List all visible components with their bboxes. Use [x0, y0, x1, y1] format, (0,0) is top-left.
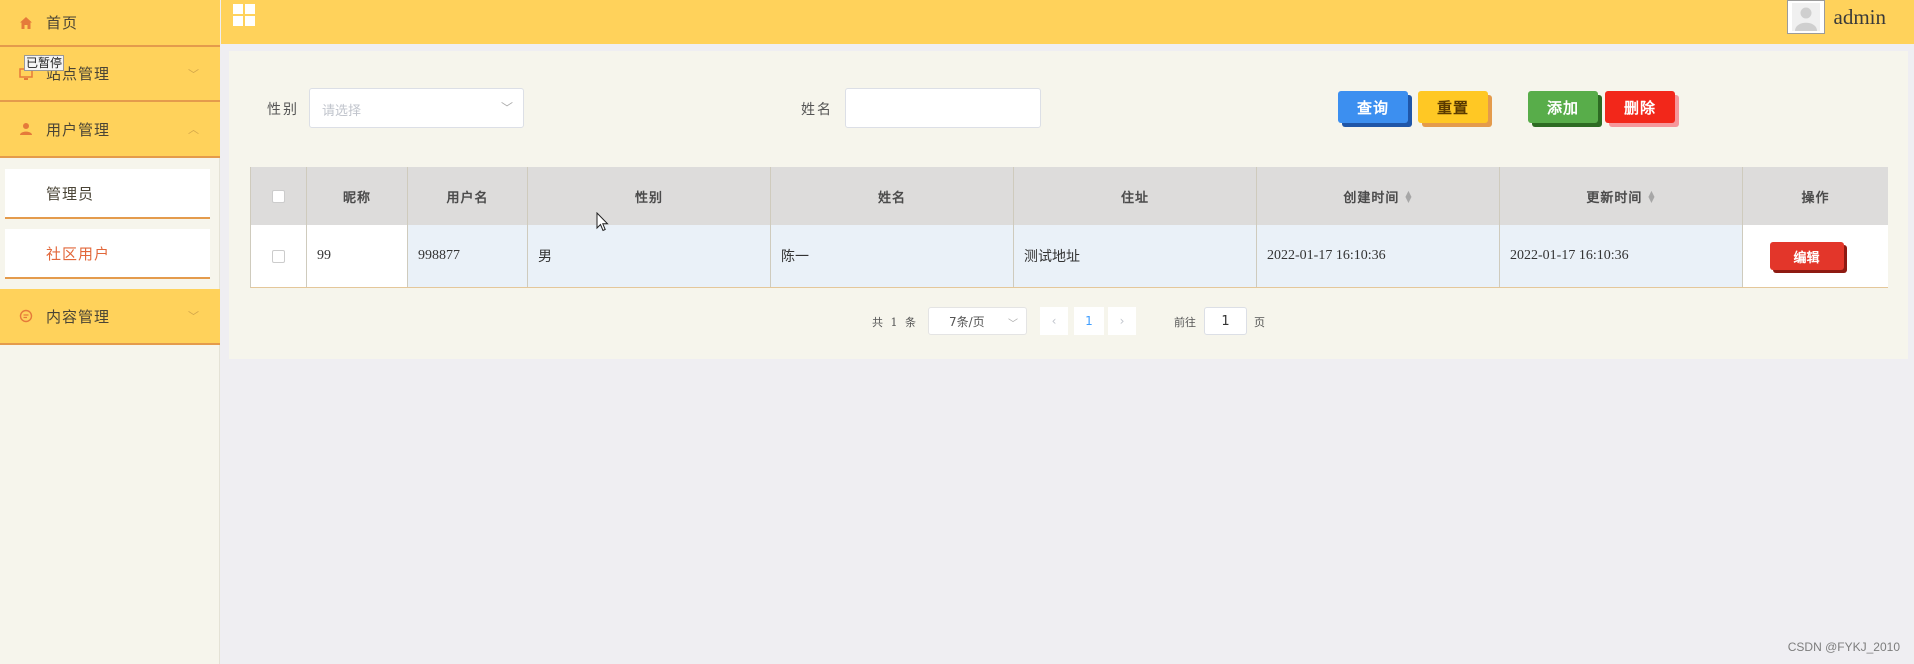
sort-icon[interactable]: ▲ ▼: [1405, 189, 1412, 203]
name-label: 姓名: [801, 102, 833, 118]
sort-icon[interactable]: ▲ ▼: [1648, 189, 1655, 203]
cell-username: 998877: [408, 225, 528, 287]
sidebar-item-label: 用户管理: [46, 120, 111, 139]
column-header: 住址: [1014, 167, 1257, 225]
chat-icon: [19, 309, 33, 323]
column-header: 昵称: [307, 167, 408, 225]
cell-name: 陈一: [771, 225, 1014, 287]
sidebar-item-label: 首页: [46, 14, 79, 32]
column-header: 操作: [1743, 167, 1888, 225]
sidebar: 首页 站点管理 ﹀ 已暂停 用户管理 ︿ 管理员 社区用户 内容管理 ﹀: [0, 0, 220, 664]
column-header: 姓名: [771, 167, 1014, 225]
column-header-label: 创建时间: [1343, 190, 1400, 206]
cell-address: 测试地址: [1014, 225, 1257, 287]
home-icon: [19, 16, 33, 30]
gender-label: 性别: [267, 102, 299, 118]
main-panel: 性别 请选择 ﹀ 姓名 查询 重置 添加 删除 昵称 用户名 性别 姓名 住址 …: [229, 51, 1908, 359]
sidebar-subitem-label: 社区用户: [46, 244, 111, 263]
goto-label: 前往: [1174, 316, 1196, 329]
column-header-sortable[interactable]: 创建时间 ▲ ▼: [1257, 167, 1500, 225]
chevron-down-icon: ﹀: [500, 101, 513, 115]
sidebar-item-content[interactable]: 内容管理 ﹀: [0, 289, 220, 345]
next-page-button[interactable]: ›: [1108, 307, 1136, 335]
gender-select[interactable]: 请选择 ﹀: [309, 88, 524, 128]
sidebar-subitem-label: 管理员: [46, 184, 95, 203]
column-header-label: 更新时间: [1586, 190, 1643, 206]
cell-created: 2022-01-17 16:10:36: [1257, 225, 1500, 287]
column-header: 用户名: [408, 167, 528, 225]
goto-page-input[interactable]: 1: [1204, 307, 1247, 335]
chevron-up-icon: ︿: [188, 123, 200, 136]
sidebar-subitem-admins[interactable]: 管理员: [5, 169, 210, 219]
select-all-checkbox[interactable]: [251, 167, 307, 225]
sidebar-item-home[interactable]: 首页: [0, 0, 220, 47]
chevron-right-icon: ›: [1119, 314, 1125, 328]
delete-button[interactable]: 删除: [1605, 91, 1675, 123]
reset-button[interactable]: 重置: [1418, 91, 1488, 123]
watermark: CSDN @FYKJ_2010: [1787, 640, 1900, 654]
top-header: admin: [221, 0, 1914, 44]
paused-tooltip: 已暂停: [24, 55, 65, 71]
user-menu[interactable]: admin: [1786, 0, 1887, 34]
chevron-down-icon: ﹀: [188, 67, 200, 81]
avatar-placeholder-icon: [1791, 3, 1820, 31]
table-row: 99 998877 男 陈一 测试地址 2022-01-17 16:10:36 …: [251, 225, 1888, 287]
page-size-value: 7条/页: [949, 314, 985, 329]
edit-button[interactable]: 编辑: [1769, 242, 1844, 270]
sidebar-subitem-community-users[interactable]: 社区用户: [5, 229, 210, 279]
column-header-sortable[interactable]: 更新时间 ▲ ▼: [1500, 167, 1743, 225]
table-header-row: 昵称 用户名 性别 姓名 住址 创建时间 ▲ ▼ 更新时间 ▲ ▼ 操作: [251, 167, 1888, 225]
prev-page-button[interactable]: ‹: [1040, 307, 1068, 335]
chevron-down-icon: ﹀: [1008, 319, 1018, 330]
cell-gender: 男: [528, 225, 771, 287]
avatar: [1786, 0, 1825, 34]
pagination-total: 共 1 条: [872, 316, 918, 329]
cell-nickname: 99: [307, 225, 408, 287]
grid-menu-icon[interactable]: [233, 4, 255, 26]
cell-updated: 2022-01-17 16:10:36: [1500, 225, 1743, 287]
pagination: 共 1 条 7条/页 ﹀ ‹ 1 › 前往 1 页: [229, 307, 1908, 335]
gender-select-placeholder: 请选择: [322, 104, 362, 119]
page-number-current[interactable]: 1: [1074, 307, 1104, 335]
page-suffix-label: 页: [1254, 316, 1265, 329]
cell-operations: 编辑: [1743, 225, 1888, 287]
sidebar-item-label: 内容管理: [46, 307, 111, 326]
chevron-down-icon: ﹀: [188, 310, 200, 323]
mouse-cursor-icon: [596, 212, 609, 232]
column-header: 性别: [528, 167, 771, 225]
add-button[interactable]: 添加: [1528, 91, 1598, 123]
users-table: 昵称 用户名 性别 姓名 住址 创建时间 ▲ ▼ 更新时间 ▲ ▼ 操作 99 99…: [250, 167, 1888, 288]
user-icon: [19, 122, 33, 136]
chevron-left-icon: ‹: [1051, 314, 1057, 328]
search-form: 性别 请选择 ﹀ 姓名 查询 重置 添加 删除: [229, 88, 1908, 130]
query-button[interactable]: 查询: [1338, 91, 1408, 123]
row-checkbox[interactable]: [251, 225, 307, 287]
username: admin: [1833, 4, 1887, 29]
sidebar-item-users[interactable]: 用户管理 ︿: [0, 102, 220, 158]
name-input[interactable]: [845, 88, 1041, 128]
page-size-select[interactable]: 7条/页 ﹀: [928, 307, 1027, 335]
